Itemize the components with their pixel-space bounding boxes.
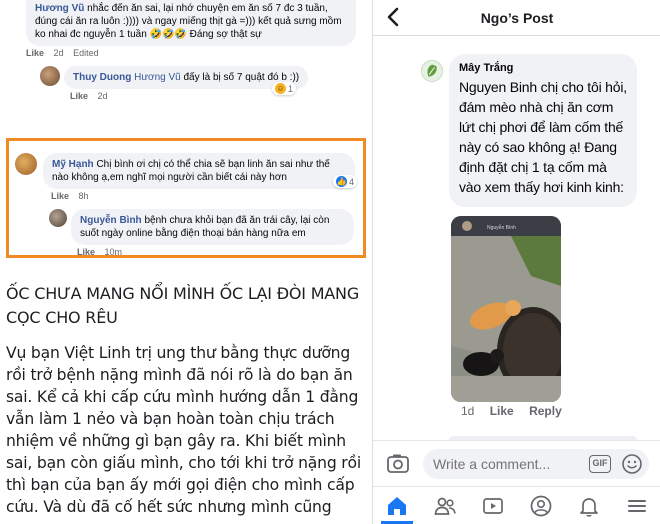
leaf-icon [427,64,437,77]
article-headline: ỐC CHƯA MANG NỔI MÌNH ỐC LẠI ĐÒI MANG CỌ… [6,284,360,327]
comment-actions: 1d Like Reply [461,404,574,418]
highlight-box: Mỹ Hạnh Chị bình ơi chị có thể chia sẽ b… [6,138,366,258]
avatar[interactable] [15,153,37,175]
tab-watch[interactable] [469,487,517,524]
comment-bubble: Nguyễn Bình bệnh chưa khỏi bạn đã ăn trá… [71,209,354,245]
right-panel: Ngo’s Post Mây Trắng Nguyen Binh chị cho… [372,0,660,524]
commenter-name[interactable]: Nguyễn Bình [80,215,142,226]
comment-text: Nguyen Binh chị cho tôi hỏi, đám mèo nhà… [459,79,627,195]
reply-link[interactable]: Reply [529,404,562,418]
avatar[interactable] [49,209,67,227]
avatar[interactable] [40,66,60,86]
comment-bubble: Hương Vũ nhắc đến ăn sai, lại nhớ chuyện… [26,0,356,46]
timestamp: 1d [461,404,475,418]
watch-icon [483,497,503,514]
reaction-badge[interactable]: 👍 4 [333,175,358,188]
edited-label: Edited [73,48,99,58]
avatar[interactable] [421,60,443,82]
comment-actions: Like 2d Edited [26,48,356,58]
haha-icon: ☺ [275,83,286,94]
comment-bubble: Mây Trắng Nguyen Binh chị cho tôi hỏi, đ… [449,54,637,207]
emoji-icon[interactable] [621,453,643,475]
like-link[interactable]: Like [490,404,514,418]
like-link[interactable]: Like [26,48,44,58]
tab-friends[interactable] [421,487,469,524]
timestamp: 2d [97,91,108,101]
article-body: Vụ bạn Việt Linh trị ung thư bằng thực d… [6,344,361,516]
comment-actions: Like 2d [70,91,360,101]
timestamp: 8h [78,191,89,201]
camera-icon[interactable] [385,451,411,477]
reaction-count: 1 [288,83,294,94]
tagged-user[interactable]: Hương Vũ [134,72,181,83]
comment-actions: Like 8h [51,191,355,201]
commenter-name[interactable]: Thuy Duong [73,72,131,83]
cats-photo: Nguyễn Bình [451,216,561,402]
like-icon: 👍 [336,176,347,187]
page-title: Ngo’s Post [480,10,554,26]
timestamp: 2d [53,48,64,58]
reaction-badge[interactable]: ☺ 1 [272,82,297,95]
commenter-name[interactable]: Hương Vũ [35,3,84,14]
comment-composer: GIF [373,440,660,486]
comment-bubble: Mỹ Hạnh Chị bình ơi chị có thể chia sẽ b… [43,153,355,189]
like-link[interactable]: Like [77,247,95,257]
reply-thuy-duong: Thuy Duong Hương Vũ đấy là bị số 7 quật … [40,66,360,101]
like-link[interactable]: Like [70,91,88,101]
reaction-count: 4 [349,176,355,187]
commenter-name[interactable]: Mỹ Hạnh [52,159,94,170]
friends-icon [434,497,456,515]
timestamp: 10m [104,247,123,257]
gif-button[interactable]: GIF [589,455,611,473]
home-icon [388,496,406,515]
menu-icon [628,499,646,512]
commenter-name[interactable]: Mây Trắng [459,62,627,74]
tab-home[interactable] [373,487,421,524]
comment-text: Chị bình ơi chị có thể chia sẽ bạn linh … [52,159,330,183]
article: ỐC CHƯA MANG NỔI MÌNH ỐC LẠI ĐÒI MANG CỌ… [6,282,366,518]
tab-menu[interactable] [613,487,660,524]
comment-my-hanh: Mỹ Hạnh Chị bình ơi chị có thể chia sẽ b… [15,153,358,201]
bell-icon [580,497,598,517]
top-bar: Ngo’s Post [373,0,660,36]
tab-notifications[interactable] [565,487,613,524]
bottom-tab-bar [373,486,660,524]
attached-photo[interactable]: Nguyễn Bình [451,216,561,402]
left-panel: Hương Vũ nhắc đến ăn sai, lại nhớ chuyện… [0,0,370,524]
profile-icon [530,495,552,516]
photo-caption: Nguyễn Bình [487,224,516,231]
reply-nguyen-binh: Nguyễn Bình bệnh chưa khỏi bạn đã ăn trá… [49,209,354,257]
comment-huong-vu: Hương Vũ nhắc đến ăn sai, lại nhớ chuyện… [26,0,356,58]
like-link[interactable]: Like [51,191,69,201]
tab-profile[interactable] [517,487,565,524]
comment-input[interactable] [423,449,649,479]
comment-actions: Like 10m [77,247,354,257]
